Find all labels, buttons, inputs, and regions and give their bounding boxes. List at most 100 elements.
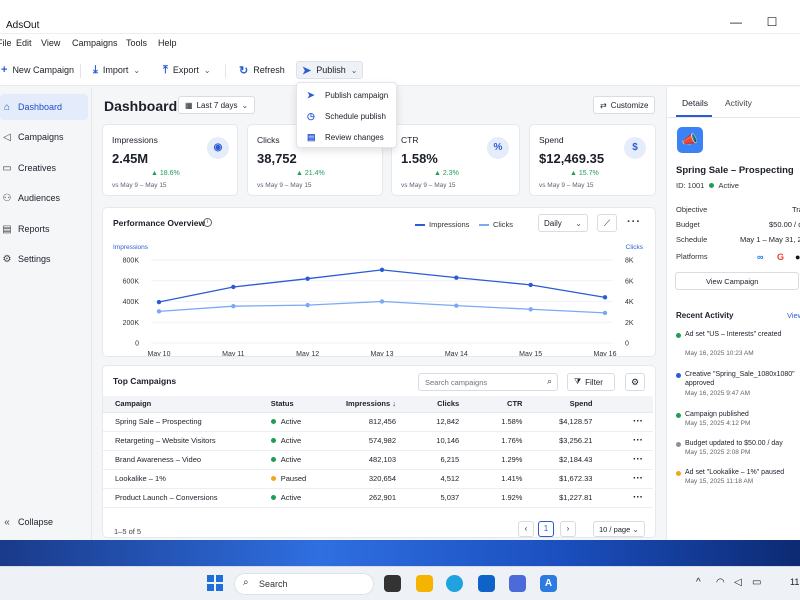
info-icon[interactable]: i: [203, 218, 212, 227]
column-header[interactable]: Status: [266, 396, 333, 413]
column-header[interactable]: CTR: [463, 396, 527, 413]
activity-text: Ad set "Lookalike – 1%" paused: [685, 469, 785, 476]
calendar-icon: ▦: [185, 100, 193, 110]
collapse-button[interactable]: « Collapse: [0, 509, 88, 535]
desktop-wallpaper: [0, 540, 800, 566]
row-more-icon[interactable]: ···: [596, 469, 653, 489]
menu-bar: File Edit View Campaigns Tools Help: [0, 34, 800, 54]
battery-icon[interactable]: ▭: [752, 577, 761, 588]
adsout-app-icon[interactable]: A: [540, 575, 557, 592]
impressions-cell: 812,456: [332, 412, 400, 432]
ctr-cell: 1.58%: [463, 412, 527, 432]
edge-browser-icon[interactable]: [446, 575, 463, 592]
legend-swatch: [479, 223, 489, 226]
megaphone-icon: 📣: [677, 127, 703, 153]
menu-item-schedule-publish[interactable]: ◷ Schedule publish: [297, 106, 397, 126]
menu-help[interactable]: Help: [158, 38, 177, 48]
date-range-picker[interactable]: ▦ Last 7 days ⌄: [178, 96, 256, 114]
campaigns-table: Campaign Status Impressions ↓ Clicks CTR…: [103, 396, 653, 508]
activity-text: Campaign published: [685, 411, 749, 418]
kpi-card-spend: Spend $12,469.35 ▲ 15.7% vs May 9 – May …: [529, 124, 656, 196]
row-more-icon[interactable]: ···: [596, 488, 653, 508]
view-campaign-button[interactable]: View Campaign: [675, 272, 799, 290]
page-1-button[interactable]: 1: [538, 521, 554, 537]
import-button[interactable]: ⤓ Import ⌄: [88, 61, 145, 79]
table-row[interactable]: Spring Sale – Prospecting Active 812,456 12…: [103, 412, 653, 432]
table-row[interactable]: Product Launch – Conversions Active 262,90…: [103, 488, 653, 508]
column-header[interactable]: Campaign: [103, 396, 267, 413]
sidebar-item-creatives[interactable]: ▭ Creatives: [0, 155, 88, 181]
sidebar-item-dashboard[interactable]: ⌂ Dashboard: [0, 94, 88, 120]
view-all-link[interactable]: View: [787, 311, 800, 320]
wifi-icon[interactable]: ◠: [716, 577, 725, 588]
chevron-up-icon[interactable]: ^: [696, 577, 701, 588]
table-row[interactable]: Brand Awareness – Video Active 482,103 6,21…: [103, 450, 653, 470]
campaign-cell: Retargeting – Website Visitors: [103, 431, 267, 451]
campaign-cell: Spring Sale – Prospecting: [103, 412, 267, 432]
minimize-icon[interactable]: —: [728, 14, 744, 30]
table-row[interactable]: Lookalike – 1% Paused 320,654 4,512 1.41% $1,…: [103, 469, 653, 489]
search-icon: ⌕: [546, 376, 552, 386]
row-more-icon[interactable]: ···: [596, 412, 653, 432]
kv-label: Platforms: [676, 252, 708, 261]
taskbar-search[interactable]: ⌕ Search: [234, 573, 374, 595]
sidebar-item-campaigns[interactable]: ◁ Campaigns: [0, 124, 88, 150]
table-settings-button[interactable]: ⚙: [625, 373, 645, 391]
sidebar-item-settings[interactable]: ⚙ Settings: [0, 246, 88, 272]
publish-dropdown-menu: ➤ Publish campaign ◷ Schedule publish ▤ …: [296, 82, 397, 148]
file-explorer-icon[interactable]: [416, 575, 433, 592]
menu-view[interactable]: View: [41, 38, 60, 48]
refresh-button[interactable]: ↻ Refresh: [234, 61, 290, 79]
chart-type-button[interactable]: ⟋: [597, 214, 617, 232]
customize-button[interactable]: ⇄ Customize: [593, 96, 655, 114]
column-header[interactable]: Impressions ↓: [332, 396, 400, 413]
toolbar: + New Campaign ⤓ Import ⌄ ⤒ Export ⌄ ↻ R…: [0, 54, 800, 86]
granularity-select[interactable]: Daily ⌄: [538, 214, 588, 232]
tab-activity[interactable]: Activity: [725, 98, 752, 108]
gear-icon: ⚙: [2, 253, 12, 265]
filter-button[interactable]: ⧩ Filter: [567, 373, 615, 391]
publish-button[interactable]: ➤ Publish ⌄: [296, 61, 364, 79]
column-header[interactable]: Spend: [526, 396, 597, 413]
more-options-icon[interactable]: ···: [627, 216, 641, 228]
column-header[interactable]: Clicks: [400, 396, 464, 413]
menu-item-publish-campaign[interactable]: ➤ Publish campaign: [297, 85, 397, 105]
sidebar-item-reports[interactable]: ▤ Reports: [0, 216, 88, 242]
row-more-icon[interactable]: ···: [596, 431, 653, 451]
document-icon: ▤: [307, 131, 316, 142]
data-point-clicks: [231, 303, 236, 309]
menu-campaigns[interactable]: Campaigns: [72, 38, 118, 48]
search-campaigns-input[interactable]: Search campaigns ⌕: [418, 373, 558, 391]
kpi-delta-value: 15.7%: [578, 170, 599, 177]
clock[interactable]: 11: [790, 577, 799, 587]
table-row[interactable]: Retargeting – Website Visitors Active 574,…: [103, 431, 653, 451]
next-page-button[interactable]: ›: [560, 521, 576, 537]
volume-icon[interactable]: ◁: [734, 577, 742, 588]
status-dot: [270, 495, 276, 500]
spend-cell: $1,672.33: [526, 469, 597, 489]
menu-edit[interactable]: Edit: [16, 38, 32, 48]
export-button[interactable]: ⤒ Export ⌄: [158, 61, 216, 79]
status-dot: [270, 438, 276, 443]
sliders-icon: ⇄: [600, 100, 607, 110]
start-button[interactable]: [207, 575, 223, 591]
terminal-app-icon[interactable]: [384, 575, 401, 592]
menu-item-review-changes[interactable]: ▤ Review changes: [297, 127, 397, 147]
chevron-down-icon: ⌄: [203, 65, 211, 75]
new-campaign-button[interactable]: + New Campaign: [0, 61, 79, 79]
top-campaigns-card: Top Campaigns Search campaigns ⌕ ⧩ Filte…: [102, 365, 656, 538]
per-page-select[interactable]: 10 / page ⌄: [593, 521, 645, 537]
menu-file[interactable]: File: [0, 38, 12, 48]
tab-details[interactable]: Details: [682, 98, 708, 108]
prev-page-button[interactable]: ‹: [518, 521, 534, 537]
sidebar-item-audiences[interactable]: ⚇ Audiences: [0, 185, 88, 211]
menu-tools[interactable]: Tools: [126, 38, 147, 48]
kpi-delta-value: 21.4%: [304, 170, 325, 177]
maximize-icon[interactable]: ☐: [764, 14, 780, 30]
copilot-icon[interactable]: [509, 575, 526, 592]
series-line-impressions: [158, 269, 606, 303]
activity-dot: [676, 373, 681, 378]
outlook-icon[interactable]: [478, 575, 495, 592]
row-more-icon[interactable]: ···: [596, 450, 653, 470]
customize-label: Customize: [610, 100, 649, 110]
